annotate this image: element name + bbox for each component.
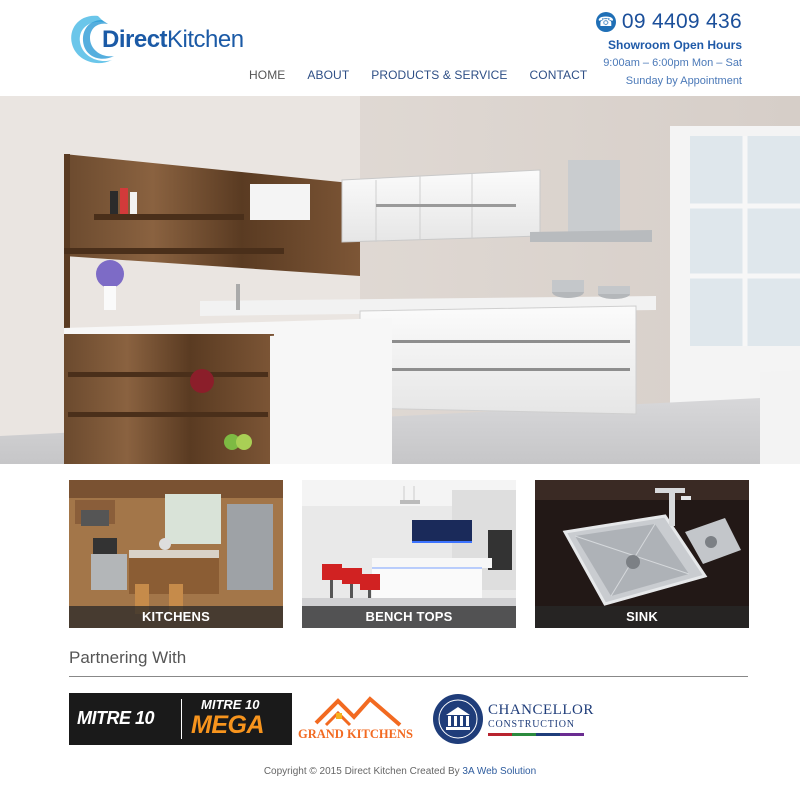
nav-about[interactable]: ABOUT: [307, 68, 349, 82]
nav-contact[interactable]: CONTACT: [530, 68, 588, 82]
mitre10-label: MITRE 10: [77, 708, 155, 728]
thumb-sink[interactable]: SINK: [535, 480, 749, 628]
hero-kitchen-image: [0, 96, 800, 464]
chancellor-sub-label: CONSTRUCTION: [488, 719, 575, 730]
partners-divider: [69, 676, 748, 677]
showroom-hours-title: Showroom Open Hours: [607, 38, 742, 52]
hours-sunday: Sunday by Appointment: [625, 75, 742, 87]
thumb-bench-tops[interactable]: BENCH TOPS: [302, 480, 516, 628]
thumb-caption-sink: SINK: [535, 606, 749, 628]
mitre10-mega-top: MITRE 10: [201, 697, 260, 712]
partner-grand-kitchens[interactable]: GRAND KITCHENS: [296, 693, 426, 747]
nav-home[interactable]: HOME: [249, 68, 285, 82]
thumb-kitchens[interactable]: KITCHENS: [69, 480, 283, 628]
grand-kitchens-label: GRAND KITCHENS: [298, 727, 413, 741]
main-nav: HOME ABOUT PRODUCTS & SERVICE CONTACT: [249, 68, 609, 82]
phone-block: ☎ 09 4409 436: [595, 10, 742, 34]
nav-products-service[interactable]: PRODUCTS & SERVICE: [371, 68, 507, 82]
mitre10-mega-label: MEGA: [191, 711, 265, 739]
chancellor-seal-icon: [433, 694, 483, 744]
grand-kitchens-roof-icon: [314, 696, 402, 727]
partner-mitre10[interactable]: MITRE 10 MITRE 10 MEGA: [69, 693, 292, 745]
thumb-caption-bench-tops: BENCH TOPS: [302, 606, 516, 628]
partners-title: Partnering With: [69, 648, 187, 667]
phone-number[interactable]: 09 4409 436: [622, 10, 742, 34]
site-logo[interactable]: DirectKitchen: [68, 12, 248, 68]
logo-text-bold: Direct: [102, 26, 168, 53]
footer-credit-link[interactable]: 3A Web Solution: [462, 766, 536, 777]
site-header: DirectKitchen HOME ABOUT PRODUCTS & SERV…: [0, 0, 800, 96]
footer-copyright: Copyright © 2015 Direct Kitchen Created …: [263, 766, 463, 777]
category-thumbnails: KITCHENS BENCH TOPS SINK: [69, 480, 749, 628]
partner-chancellor[interactable]: CHANCELLOR CONSTRUCTION: [432, 693, 594, 745]
chancellor-color-bar: [488, 733, 584, 736]
site-footer: Copyright © 2015 Direct Kitchen Created …: [0, 766, 800, 777]
chancellor-label: CHANCELLOR: [488, 702, 594, 718]
hero-illustration: [0, 96, 800, 464]
thumb-caption-kitchens: KITCHENS: [69, 606, 283, 628]
mitre10-divider: [181, 699, 182, 739]
hours-weekday: 9:00am – 6:00pm Mon – Sat: [603, 57, 742, 69]
logo-text-light: Kitchen: [167, 26, 244, 53]
phone-icon: ☎: [595, 12, 616, 32]
logo-wordmark: DirectKitchen: [102, 26, 244, 54]
